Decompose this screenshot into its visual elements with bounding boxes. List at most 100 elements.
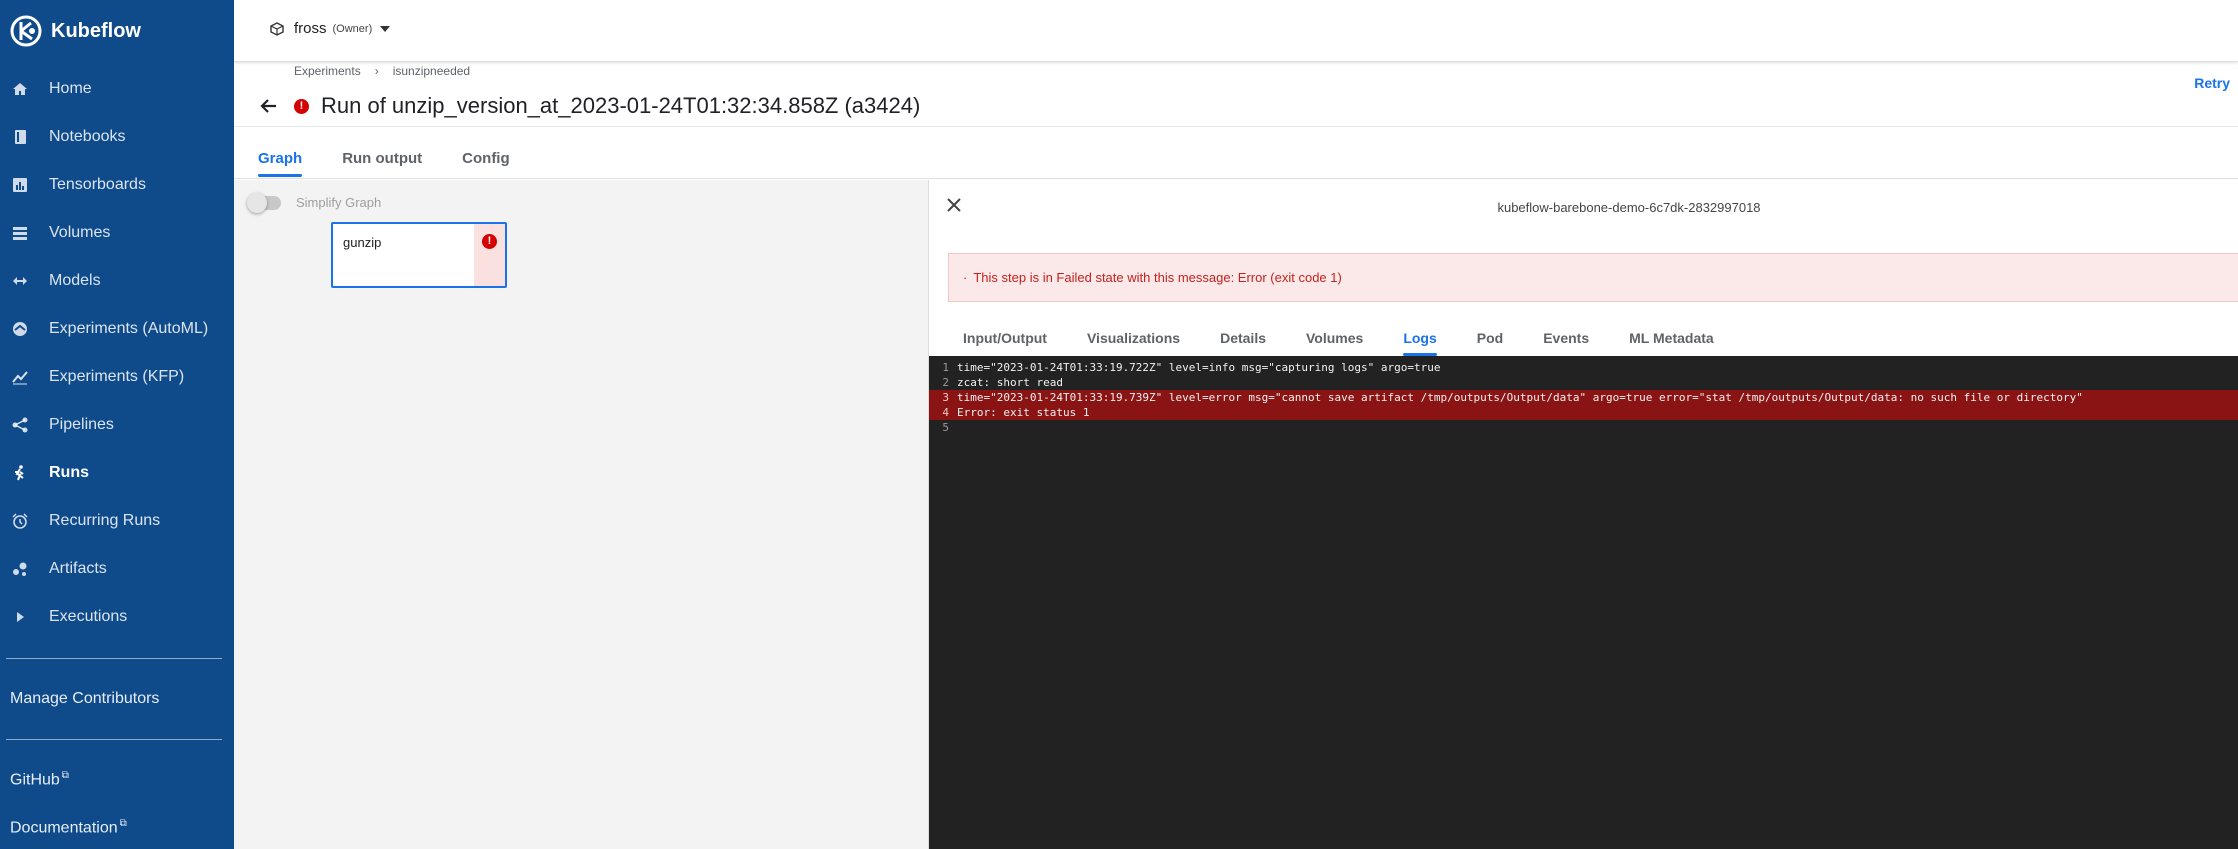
- run-title-row: ! Run of unzip_version_at_2023-01-24T01:…: [258, 93, 920, 119]
- tensorboard-icon: [10, 175, 30, 195]
- log-line-number: 2: [942, 376, 949, 389]
- external-link-icon: ⧉: [119, 818, 127, 829]
- tab-config[interactable]: Config: [462, 150, 509, 177]
- log-line-text: zcat: short read: [957, 376, 1063, 389]
- pod-name: kubeflow-barebone-demo-6c7dk-2832997018: [1497, 200, 1761, 215]
- sidebar-item-label: Runs: [49, 464, 89, 481]
- toggle-knob: [247, 193, 267, 213]
- node-status-strip: !: [474, 224, 505, 286]
- breadcrumb: Experiments › isunzipneeded: [294, 64, 470, 78]
- step-tabs: Input/Output Visualizations Details Volu…: [963, 330, 1754, 356]
- github-link[interactable]: GitHub ⧉: [10, 770, 69, 789]
- log-line-error: 4 Error: exit status 1: [929, 405, 2238, 420]
- sidebar-item-label: Pipelines: [49, 416, 114, 433]
- sidebar-item-recurring-runs[interactable]: Recurring Runs: [0, 503, 234, 539]
- manage-contributors-link[interactable]: Manage Contributors: [10, 690, 159, 708]
- namespace-selector[interactable]: fross (Owner): [270, 20, 391, 37]
- breadcrumb-experiment-link[interactable]: isunzipneeded: [393, 64, 470, 78]
- sidebar-item-label: Tensorboards: [49, 176, 146, 193]
- sidebar-item-home[interactable]: Home: [0, 71, 234, 107]
- back-arrow-icon[interactable]: [258, 95, 280, 117]
- namespace-role: (Owner): [332, 22, 373, 35]
- sidebar-divider: [6, 739, 222, 740]
- sidebar-item-label: Volumes: [49, 224, 111, 241]
- namespace-name: fross: [294, 20, 327, 37]
- sidebar-item-tensorboards[interactable]: Tensorboards: [0, 167, 234, 203]
- log-line-text: time="2023-01-24T01:33:19.739Z" level=er…: [957, 391, 2083, 404]
- tab-volumes[interactable]: Volumes: [1306, 330, 1363, 356]
- external-link-icon: ⧉: [61, 770, 69, 781]
- sidebar-item-label: Artifacts: [49, 560, 107, 577]
- page-title: Run of unzip_version_at_2023-01-24T01:32…: [321, 93, 921, 118]
- sidebar-item-label: Models: [49, 272, 101, 289]
- tab-run-output[interactable]: Run output: [342, 150, 422, 177]
- sidebar-item-executions[interactable]: Executions: [0, 599, 234, 635]
- retry-button[interactable]: Retry: [2194, 75, 2230, 91]
- sidebar-item-label: Experiments (AutoML): [49, 320, 209, 337]
- kfp-icon: [10, 367, 30, 387]
- breadcrumb-experiments-link[interactable]: Experiments: [294, 64, 361, 78]
- alert-message: This step is in Failed state with this m…: [973, 270, 1342, 285]
- documentation-link[interactable]: Documentation ⧉: [10, 818, 127, 837]
- breadcrumb-separator: ›: [374, 64, 379, 78]
- step-details-panel: kubeflow-barebone-demo-6c7dk-2832997018 …: [928, 180, 2238, 849]
- volumes-icon: [10, 223, 30, 243]
- log-line-number: 4: [942, 406, 949, 419]
- sidebar-item-label: Experiments (KFP): [49, 368, 185, 385]
- runs-icon: [10, 463, 30, 483]
- sidebar-item-label: Executions: [49, 608, 128, 625]
- log-line-number: 3: [942, 391, 949, 404]
- tab-logs[interactable]: Logs: [1403, 330, 1438, 356]
- app-name: Kubeflow: [51, 19, 141, 42]
- tab-input-output[interactable]: Input/Output: [963, 330, 1047, 356]
- tab-details[interactable]: Details: [1220, 330, 1266, 356]
- log-line-number: 1: [942, 361, 949, 374]
- artifacts-icon: [10, 559, 30, 579]
- header-divider: [234, 126, 2238, 127]
- home-icon: [10, 79, 30, 99]
- automl-icon: [10, 319, 30, 339]
- kubeflow-logo-icon: [10, 15, 42, 47]
- tabs-divider: [234, 178, 2238, 179]
- log-viewer[interactable]: 1 time="2023-01-24T01:33:19.722Z" level=i…: [929, 356, 2238, 849]
- graph-node-gunzip[interactable]: gunzip !: [331, 222, 507, 288]
- log-line-number: 5: [942, 421, 949, 434]
- log-line-error: 3 time="2023-01-24T01:33:19.739Z" level=e…: [929, 390, 2238, 405]
- sidebar-item-artifacts[interactable]: Artifacts: [0, 551, 234, 587]
- top-bar: fross (Owner): [234, 0, 2238, 62]
- close-icon[interactable]: [945, 196, 963, 214]
- kubeflow-logo[interactable]: Kubeflow: [10, 14, 141, 48]
- error-status-icon: !: [482, 234, 497, 249]
- github-link-label: GitHub: [10, 771, 60, 789]
- log-line-text: Error: exit status 1: [957, 406, 1090, 419]
- sidebar-item-label: Recurring Runs: [49, 512, 161, 529]
- sidebar-item-experiments-kfp[interactable]: Experiments (KFP): [0, 359, 234, 395]
- sidebar-item-volumes[interactable]: Volumes: [0, 215, 234, 251]
- sidebar-item-label: Home: [49, 80, 92, 97]
- tab-visualizations[interactable]: Visualizations: [1087, 330, 1180, 356]
- models-icon: [10, 271, 30, 291]
- failure-alert: · This step is in Failed state with this…: [948, 253, 2238, 302]
- simplify-graph-toggle[interactable]: [247, 193, 281, 213]
- tab-pod[interactable]: Pod: [1477, 330, 1503, 356]
- sidebar-item-runs[interactable]: Runs: [0, 455, 234, 491]
- run-tabs: Graph Run output Config: [258, 150, 550, 177]
- log-line-text: time="2023-01-24T01:33:19.722Z" level=in…: [957, 361, 1441, 374]
- sidebar-item-models[interactable]: Models: [0, 263, 234, 299]
- tab-ml-metadata[interactable]: ML Metadata: [1629, 330, 1714, 356]
- cube-icon: [270, 21, 284, 36]
- alert-bullet: ·: [963, 270, 968, 285]
- tab-events[interactable]: Events: [1543, 330, 1589, 356]
- alarm-icon: [10, 511, 30, 531]
- tab-graph[interactable]: Graph: [258, 150, 303, 177]
- documentation-link-label: Documentation: [10, 819, 118, 837]
- graph-node-label: gunzip: [343, 235, 382, 250]
- log-line: 1 time="2023-01-24T01:33:19.722Z" level=i…: [929, 360, 2238, 375]
- sidebar-divider: [6, 658, 222, 659]
- log-line: 2 zcat: short read: [929, 375, 2238, 390]
- simplify-graph-label: Simplify Graph: [296, 195, 382, 210]
- sidebar-item-pipelines[interactable]: Pipelines: [0, 407, 234, 443]
- sidebar-item-label: Notebooks: [49, 128, 126, 145]
- sidebar-item-notebooks[interactable]: Notebooks: [0, 119, 234, 155]
- sidebar-item-experiments-automl[interactable]: Experiments (AutoML): [0, 311, 234, 347]
